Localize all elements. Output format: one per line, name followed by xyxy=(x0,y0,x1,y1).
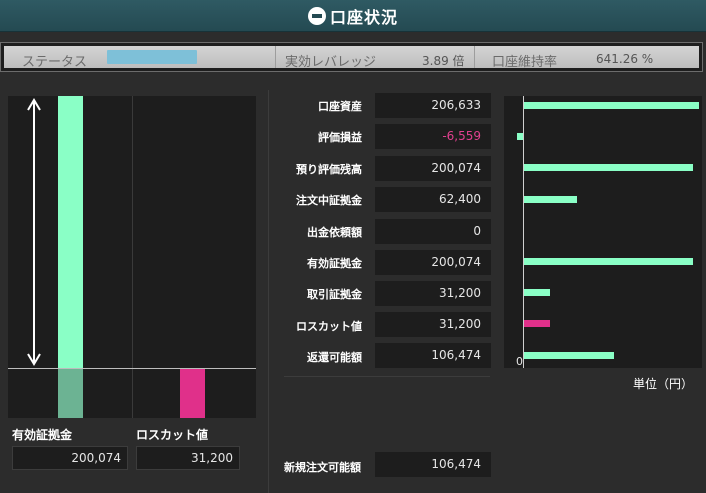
effective-margin-label: 有効証拠金 xyxy=(12,428,73,442)
row-value: 31,200 xyxy=(375,281,491,306)
maintenance-label: 口座維持率 xyxy=(492,55,558,70)
balance-bar-chart: 0 xyxy=(504,96,702,368)
row-label: 口座資産 xyxy=(318,100,362,113)
bar-2 xyxy=(517,133,523,141)
row-label: 返還可能額 xyxy=(307,351,362,364)
row-value: 62,400 xyxy=(375,187,491,212)
row-label: ロスカット値 xyxy=(296,320,362,333)
leverage-label: 実効レバレッジ xyxy=(285,55,377,70)
effective-margin-value: 200,074 xyxy=(12,446,128,470)
bar-8 xyxy=(524,320,551,328)
row-label: 有効証拠金 xyxy=(307,257,362,270)
status-meter xyxy=(107,50,197,64)
row-value: 31,200 xyxy=(375,312,491,337)
status-label: ステータス xyxy=(22,55,88,70)
bar-1 xyxy=(524,102,699,109)
row-value: 106,474 xyxy=(375,343,491,368)
double-arrow-icon xyxy=(27,98,41,366)
window-title: 口座状況 xyxy=(329,7,398,27)
bar-9 xyxy=(524,351,615,359)
account-status-icon xyxy=(307,6,326,25)
bar-6 xyxy=(524,258,694,265)
leverage-value: 3.89 倍 xyxy=(422,54,465,68)
losscut-value: 31,200 xyxy=(136,446,240,470)
margin-chart xyxy=(8,96,256,418)
row-label: 注文中証拠金 xyxy=(296,194,362,207)
chart-divider xyxy=(132,96,133,418)
unit-label: 単位（円） xyxy=(633,377,694,391)
status-bar-panel: ステータス 実効レバレッジ 3.89 倍 口座維持率 641.26 % xyxy=(4,46,699,70)
new-order-value: 106,474 xyxy=(375,452,491,477)
zero-tick-label: 0 xyxy=(516,355,523,368)
status-bar: ステータス 実効レバレッジ 3.89 倍 口座維持率 641.26 % xyxy=(0,42,703,72)
bar-3 xyxy=(524,164,694,172)
effective-margin-bar xyxy=(58,96,83,368)
row-value: 200,074 xyxy=(375,156,491,181)
maintenance-value: 641.26 % xyxy=(596,52,654,66)
row-label: 預り評価残高 xyxy=(296,163,362,176)
column-divider xyxy=(268,90,269,493)
title-bar: 口座状況 xyxy=(0,0,706,32)
new-order-label: 新規注文可能額 xyxy=(284,461,361,474)
row-value: 200,074 xyxy=(375,250,491,275)
row-value: -6,559 xyxy=(375,124,491,149)
losscut-baseline xyxy=(8,368,256,369)
losscut-bar xyxy=(180,369,205,418)
row-label: 出金依頼額 xyxy=(307,226,362,239)
status-divider xyxy=(275,46,276,68)
status-divider xyxy=(474,46,475,68)
losscut-label: ロスカット値 xyxy=(136,428,209,442)
bar-7 xyxy=(524,289,551,297)
row-value: 0 xyxy=(375,219,491,244)
row-label: 評価損益 xyxy=(318,131,362,144)
section-divider xyxy=(284,376,490,377)
row-value: 206,633 xyxy=(375,93,491,118)
effective-margin-bar-lower xyxy=(58,369,83,418)
bar-4 xyxy=(524,195,577,203)
row-label: 取引証拠金 xyxy=(307,288,362,301)
